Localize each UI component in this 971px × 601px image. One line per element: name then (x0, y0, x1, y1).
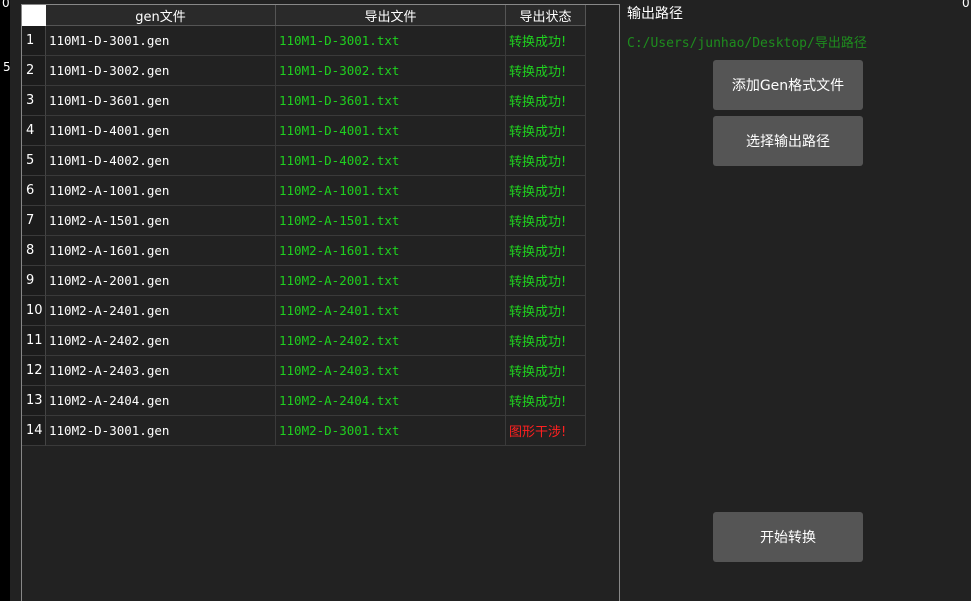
table-corner-select-all[interactable] (22, 5, 46, 26)
cell-export-status[interactable]: 转换成功! (506, 266, 586, 296)
table-row[interactable]: 5 110M1-D-4002.gen 110M1-D-4002.txt 转换成功! (22, 146, 586, 176)
table-row[interactable]: 6 110M2-A-1001.gen 110M2-A-1001.txt 转换成功! (22, 176, 586, 206)
cell-export-file[interactable]: 110M2-A-2403.txt (276, 356, 506, 386)
row-number[interactable]: 9 (22, 266, 46, 296)
row-number[interactable]: 6 (22, 176, 46, 206)
edge-mark-left: 5 (3, 60, 11, 74)
cell-export-status[interactable]: 转换成功! (506, 356, 586, 386)
row-number[interactable]: 1 (22, 26, 46, 56)
header-gen-file[interactable]: gen文件 (46, 5, 276, 26)
table-row[interactable]: 11 110M2-A-2402.gen 110M2-A-2402.txt 转换成功! (22, 326, 586, 356)
cell-gen-file[interactable]: 110M2-A-2404.gen (46, 386, 276, 416)
output-path-value: C:/Users/junhao/Desktop/导出路径 (627, 36, 867, 51)
table-row[interactable]: 7 110M2-A-1501.gen 110M2-A-1501.txt 转换成功! (22, 206, 586, 236)
cell-export-status[interactable]: 转换成功! (506, 326, 586, 356)
cell-gen-file[interactable]: 110M2-A-1001.gen (46, 176, 276, 206)
cell-export-status[interactable]: 转换成功! (506, 26, 586, 56)
cell-gen-file[interactable]: 110M1-D-3601.gen (46, 86, 276, 116)
table-row[interactable]: 14 110M2-D-3001.gen 110M2-D-3001.txt 图形干涉! (22, 416, 586, 446)
cell-export-file[interactable]: 110M2-A-2404.txt (276, 386, 506, 416)
row-number[interactable]: 11 (22, 326, 46, 356)
cell-gen-file[interactable]: 110M2-A-2402.gen (46, 326, 276, 356)
cell-gen-file[interactable]: 110M1-D-3001.gen (46, 26, 276, 56)
table-row[interactable]: 3 110M1-D-3601.gen 110M1-D-3601.txt 转换成功! (22, 86, 586, 116)
cell-export-status[interactable]: 转换成功! (506, 386, 586, 416)
row-number[interactable]: 3 (22, 86, 46, 116)
cell-export-file[interactable]: 110M1-D-3001.txt (276, 26, 506, 56)
cell-export-file[interactable]: 110M2-A-1601.txt (276, 236, 506, 266)
cell-export-file[interactable]: 110M2-A-2402.txt (276, 326, 506, 356)
cell-gen-file[interactable]: 110M2-A-1601.gen (46, 236, 276, 266)
header-export-file[interactable]: 导出文件 (276, 5, 506, 26)
cell-gen-file[interactable]: 110M1-D-4001.gen (46, 116, 276, 146)
add-gen-file-button[interactable]: 添加Gen格式文件 (713, 60, 863, 110)
cell-export-status[interactable]: 转换成功! (506, 116, 586, 146)
row-number[interactable]: 2 (22, 56, 46, 86)
cell-gen-file[interactable]: 110M1-D-3002.gen (46, 56, 276, 86)
table-row[interactable]: 10 110M2-A-2401.gen 110M2-A-2401.txt 转换成功! (22, 296, 586, 326)
table-row[interactable]: 8 110M2-A-1601.gen 110M2-A-1601.txt 转换成功! (22, 236, 586, 266)
cell-export-file[interactable]: 110M2-A-2401.txt (276, 296, 506, 326)
table-row[interactable]: 9 110M2-A-2001.gen 110M2-A-2001.txt 转换成功! (22, 266, 586, 296)
row-number[interactable]: 13 (22, 386, 46, 416)
cell-export-file[interactable]: 110M1-D-3002.txt (276, 56, 506, 86)
cell-export-file[interactable]: 110M1-D-4002.txt (276, 146, 506, 176)
cell-export-status[interactable]: 转换成功! (506, 86, 586, 116)
select-output-path-button[interactable]: 选择输出路径 (713, 116, 863, 166)
edge-mark-top-left: 0 (2, 0, 10, 10)
cell-gen-file[interactable]: 110M1-D-4002.gen (46, 146, 276, 176)
cell-export-file[interactable]: 110M1-D-4001.txt (276, 116, 506, 146)
row-number[interactable]: 12 (22, 356, 46, 386)
cell-export-status[interactable]: 转换成功! (506, 206, 586, 236)
row-number[interactable]: 14 (22, 416, 46, 446)
row-number[interactable]: 5 (22, 146, 46, 176)
cell-gen-file[interactable]: 110M2-A-2401.gen (46, 296, 276, 326)
cell-export-file[interactable]: 110M2-A-1001.txt (276, 176, 506, 206)
cell-gen-file[interactable]: 110M2-A-2001.gen (46, 266, 276, 296)
table-row[interactable]: 1 110M1-D-3001.gen 110M1-D-3001.txt 转换成功! (22, 26, 586, 56)
table-row[interactable]: 13 110M2-A-2404.gen 110M2-A-2404.txt 转换成功! (22, 386, 586, 416)
cell-export-status[interactable]: 图形干涉! (506, 416, 586, 446)
row-number[interactable]: 8 (22, 236, 46, 266)
output-path-label: 输出路径 (627, 6, 683, 22)
cell-export-file[interactable]: 110M2-D-3001.txt (276, 416, 506, 446)
cell-export-status[interactable]: 转换成功! (506, 236, 586, 266)
cell-export-file[interactable]: 110M2-A-1501.txt (276, 206, 506, 236)
edge-mark-right: 0 (962, 0, 970, 10)
table-row[interactable]: 4 110M1-D-4001.gen 110M1-D-4001.txt 转换成功! (22, 116, 586, 146)
cell-gen-file[interactable]: 110M2-A-1501.gen (46, 206, 276, 236)
table-row[interactable]: 12 110M2-A-2403.gen 110M2-A-2403.txt 转换成功! (22, 356, 586, 386)
row-number[interactable]: 10 (22, 296, 46, 326)
row-number[interactable]: 4 (22, 116, 46, 146)
cell-export-status[interactable]: 转换成功! (506, 56, 586, 86)
start-convert-button[interactable]: 开始转换 (713, 512, 863, 562)
cell-gen-file[interactable]: 110M2-A-2403.gen (46, 356, 276, 386)
cell-export-status[interactable]: 转换成功! (506, 296, 586, 326)
cell-export-file[interactable]: 110M1-D-3601.txt (276, 86, 506, 116)
table-row[interactable]: 2 110M1-D-3002.gen 110M1-D-3002.txt 转换成功! (22, 56, 586, 86)
cell-gen-file[interactable]: 110M2-D-3001.gen (46, 416, 276, 446)
row-number[interactable]: 7 (22, 206, 46, 236)
cell-export-status[interactable]: 转换成功! (506, 176, 586, 206)
cell-export-file[interactable]: 110M2-A-2001.txt (276, 266, 506, 296)
cell-export-status[interactable]: 转换成功! (506, 146, 586, 176)
header-export-status[interactable]: 导出状态 (506, 5, 586, 26)
